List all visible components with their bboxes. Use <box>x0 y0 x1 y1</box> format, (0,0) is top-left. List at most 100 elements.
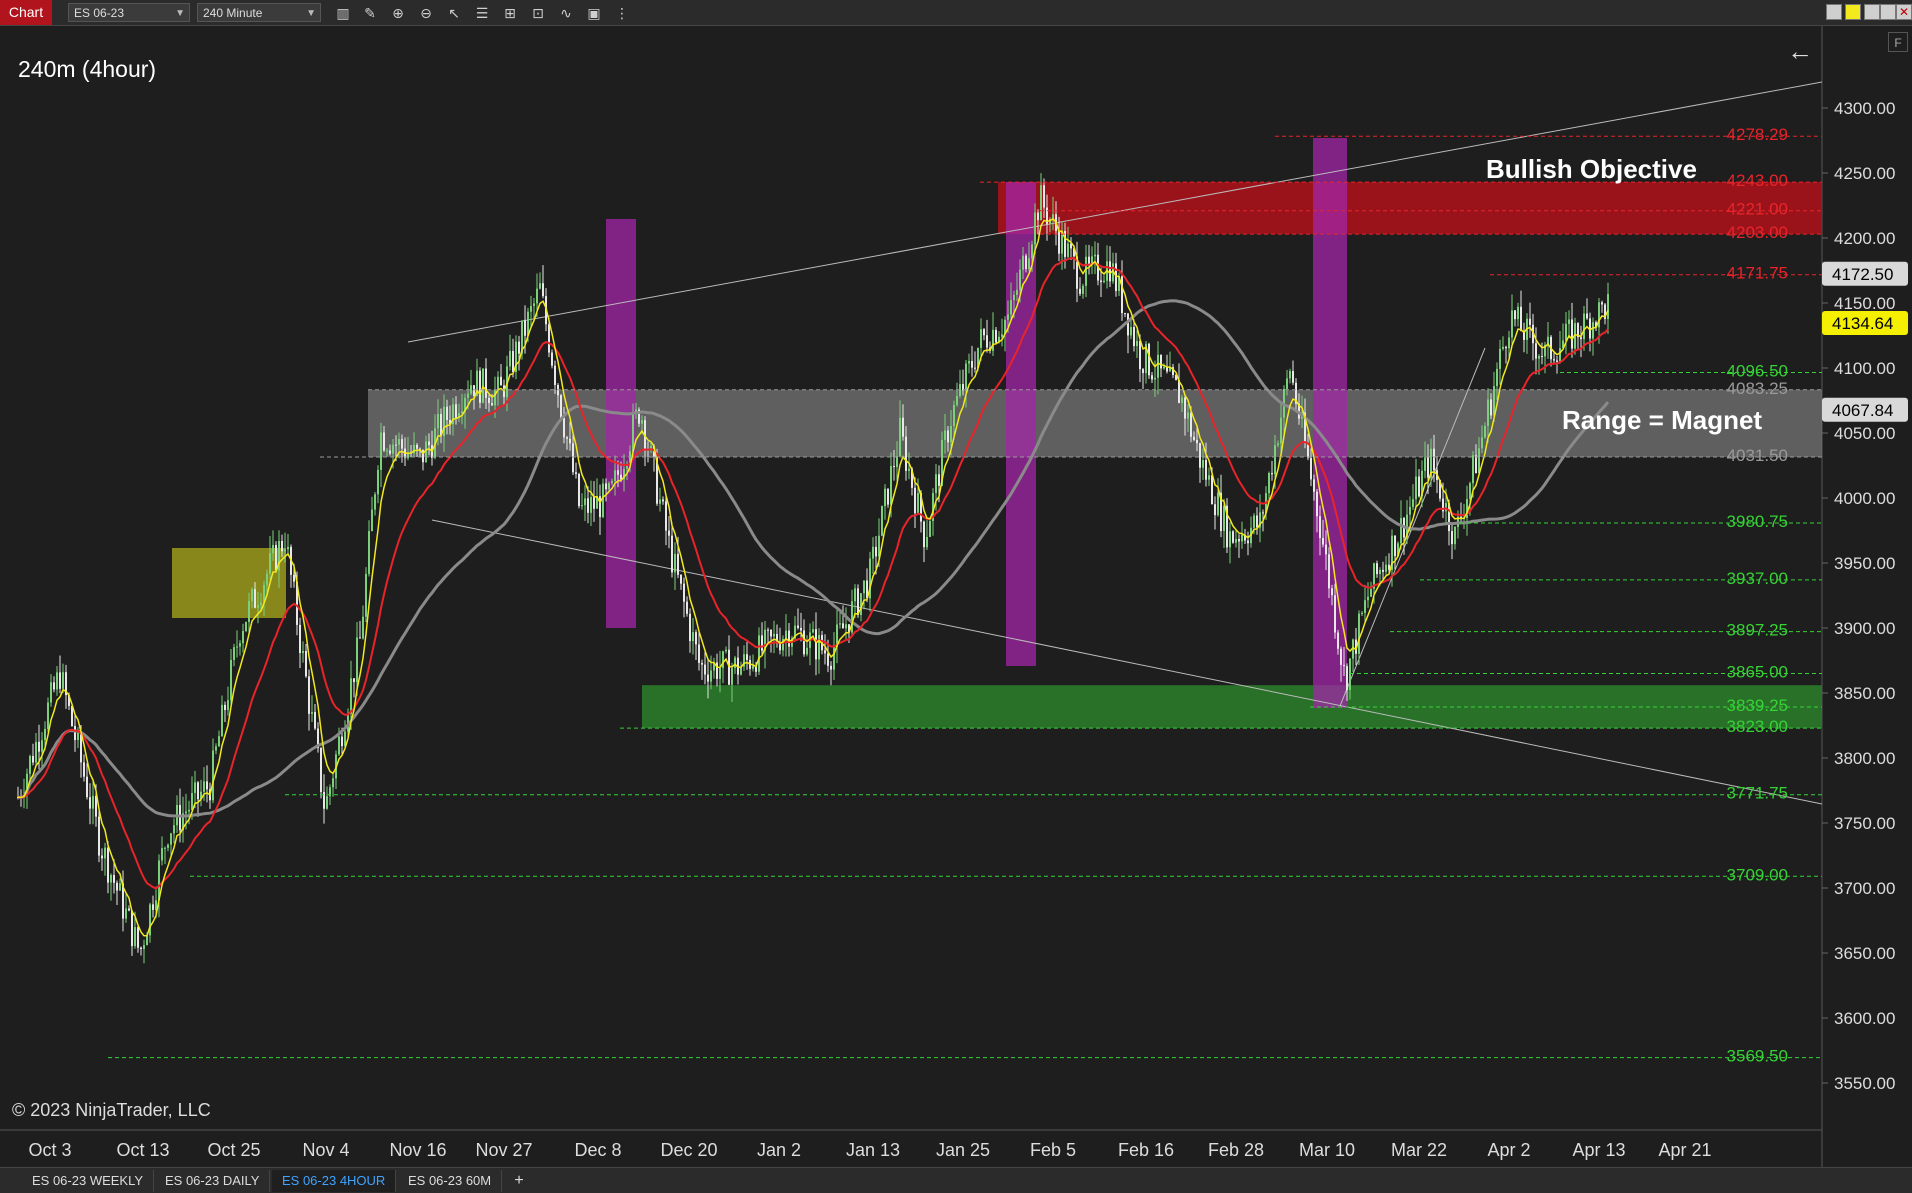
tab-weekly[interactable]: ES 06-23 WEEKLY <box>22 1170 155 1192</box>
candle-body <box>215 746 217 751</box>
support-zone <box>642 685 1822 729</box>
date-axis-label: Nov 27 <box>475 1140 532 1160</box>
zoom-in-icon[interactable]: ⊕ <box>389 4 407 22</box>
candle-body <box>1013 294 1015 301</box>
candle-body <box>1493 386 1495 416</box>
candle-body <box>107 847 109 883</box>
level-label: 3937.00 <box>1727 569 1788 588</box>
candle-body <box>371 509 373 532</box>
candle-body <box>260 602 262 606</box>
candle-body <box>524 320 526 336</box>
candle-body <box>143 945 145 950</box>
properties-icon[interactable]: ☰ <box>473 4 491 22</box>
candle-body <box>185 811 187 814</box>
candle-body <box>206 781 208 790</box>
candle-body <box>1157 354 1159 378</box>
candle-body <box>917 493 919 514</box>
candle-body <box>1484 425 1486 438</box>
candle-body <box>815 629 817 660</box>
candle-body <box>1508 337 1510 349</box>
bar-type-icon[interactable]: ▥ <box>334 4 352 22</box>
tab-60m[interactable]: ES 06-23 60M <box>398 1170 503 1192</box>
candle-body <box>1520 306 1522 331</box>
candle-body <box>719 668 721 679</box>
candle-body <box>56 672 58 690</box>
candle-body <box>1418 476 1420 497</box>
strategies-icon[interactable]: ▣ <box>585 4 603 22</box>
candle-body <box>1217 492 1219 516</box>
candle-body <box>473 385 475 397</box>
chart-trader-icon[interactable]: ⊡ <box>529 4 547 22</box>
candle-body <box>590 497 592 513</box>
price-axis-label: 4000.00 <box>1834 489 1895 508</box>
add-tab-button[interactable]: + <box>508 1170 530 1192</box>
candle-body <box>899 417 901 456</box>
templates-icon[interactable]: ⊞ <box>501 4 519 22</box>
instrument-selector[interactable]: ES 06-23 ▼ <box>68 3 190 22</box>
candle-body <box>1136 340 1138 347</box>
candle-body <box>311 712 313 714</box>
candle-body <box>38 741 40 752</box>
price-chart[interactable]: 4278.29 4243.00 4221.00 4203.00 4171.75 4096.… <box>0 26 1912 1167</box>
date-axis-label: Feb 28 <box>1208 1140 1264 1160</box>
candle-body <box>881 506 883 536</box>
tab-4hour[interactable]: ES 06-23 4HOUR <box>272 1170 397 1192</box>
interval-selector[interactable]: 240 Minute ▼ <box>197 3 321 22</box>
level-label: 3865.00 <box>1727 663 1788 682</box>
more-icon[interactable]: ⋮ <box>613 4 631 22</box>
bullish-objective-zone <box>998 182 1822 235</box>
candle-body <box>830 665 832 670</box>
candle-body <box>362 616 364 639</box>
candle-body <box>305 650 307 677</box>
candle-body <box>383 432 385 451</box>
pointer-icon[interactable]: ↖ <box>445 4 463 22</box>
candle-body <box>92 795 94 809</box>
price-axis-label: 4050.00 <box>1834 424 1895 443</box>
candle-body <box>761 635 763 651</box>
candle-body <box>572 443 574 473</box>
candle-body <box>1469 483 1471 500</box>
candle-body <box>983 329 985 336</box>
level-label: 4203.00 <box>1727 223 1788 242</box>
link-color-icon[interactable] <box>1845 4 1861 20</box>
minimize-icon[interactable] <box>1864 4 1880 20</box>
candle-body <box>59 672 61 689</box>
candle-body <box>1247 540 1249 544</box>
candle-body <box>1394 535 1396 557</box>
candle-body <box>1445 502 1447 512</box>
candle-body <box>818 635 820 660</box>
candle-body <box>863 580 865 594</box>
candle-body <box>1424 457 1426 471</box>
candle-body <box>1580 337 1582 340</box>
candle-body <box>275 545 277 571</box>
close-icon[interactable]: ✕ <box>1896 4 1912 20</box>
candle-body <box>197 782 199 800</box>
candle-body <box>1130 327 1132 336</box>
price-axis-label: 3800.00 <box>1834 749 1895 768</box>
candle-body <box>1400 518 1402 544</box>
candle-body <box>119 883 121 891</box>
candle-body <box>560 395 562 418</box>
chart-label[interactable]: Chart <box>0 0 52 25</box>
candle-body <box>1559 348 1561 362</box>
candle-body <box>1109 261 1111 282</box>
back-arrow-icon[interactable]: ← <box>1787 36 1813 67</box>
zoom-out-icon[interactable]: ⊖ <box>417 4 435 22</box>
indicators-icon[interactable]: ∿ <box>557 4 575 22</box>
candle-body <box>365 573 367 617</box>
window-list-icon[interactable] <box>1826 4 1842 20</box>
candle-body <box>581 505 583 507</box>
chart-title: 240m (4hour) <box>18 56 157 82</box>
candle-body <box>1160 354 1162 369</box>
candle-body <box>368 531 370 574</box>
fit-button[interactable]: F <box>1888 32 1908 52</box>
candle-body <box>395 444 397 446</box>
maximize-icon[interactable] <box>1880 4 1896 20</box>
draw-pencil-icon[interactable]: ✎ <box>361 4 379 22</box>
candle-body <box>125 908 127 919</box>
candle-body <box>1196 439 1198 444</box>
candle-body <box>971 361 973 368</box>
candle-body <box>281 540 283 552</box>
tab-daily[interactable]: ES 06-23 DAILY <box>155 1170 271 1192</box>
candle-body <box>1538 355 1540 359</box>
